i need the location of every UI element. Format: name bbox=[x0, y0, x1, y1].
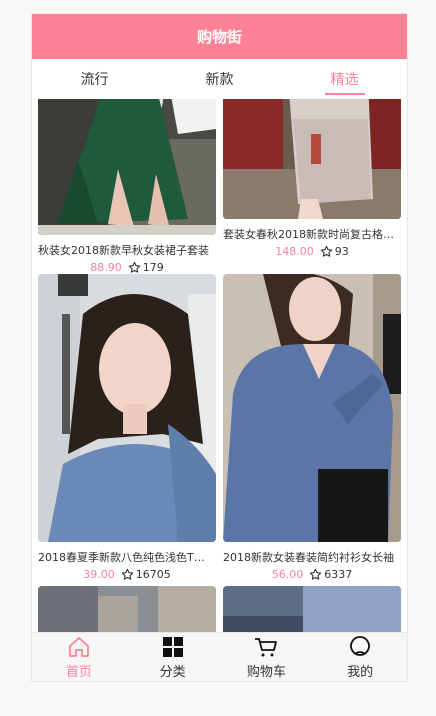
product-card[interactable] bbox=[38, 586, 216, 633]
product-title: 2018春夏季新款八色纯色浅色T恤女 bbox=[38, 551, 214, 564]
tabbar-profile-label: 我的 bbox=[347, 664, 374, 680]
tabbar-cart[interactable]: 购物车 bbox=[220, 633, 314, 681]
tab-bar: 首页 分类 购物车 我的 bbox=[32, 632, 407, 681]
tab-new[interactable]: 新款 bbox=[157, 59, 282, 99]
product-fav: 16705 bbox=[121, 568, 171, 581]
goods-list[interactable]: 秋装女2018新款早秋女装裙子套装 88.90 179 套装女春秋2018新款时… bbox=[32, 99, 407, 633]
nav-bar: 购物街 bbox=[32, 14, 407, 59]
product-fav: 93 bbox=[320, 245, 349, 258]
product-card[interactable]: 秋装女2018新款早秋女装裙子套装 88.90 179 bbox=[38, 99, 216, 274]
star-icon bbox=[121, 568, 133, 580]
star-icon bbox=[310, 568, 322, 580]
product-image[interactable] bbox=[223, 274, 401, 542]
tabbar-home[interactable]: 首页 bbox=[32, 633, 126, 681]
product-image[interactable] bbox=[223, 586, 401, 633]
product-image[interactable] bbox=[223, 99, 401, 219]
tab-control: 流行 新款 精选 bbox=[32, 59, 407, 99]
product-fav-count: 93 bbox=[334, 245, 349, 258]
tabbar-home-label: 首页 bbox=[65, 664, 92, 680]
app-shell: 购物街 流行 新款 精选 秋装女2018新款早秋女装裙子套装 88.90 179… bbox=[31, 13, 408, 682]
tabbar-profile[interactable]: 我的 bbox=[313, 633, 407, 681]
product-fav: 179 bbox=[128, 261, 164, 274]
product-fav-count: 6337 bbox=[324, 568, 353, 581]
product-price: 148.00 bbox=[275, 245, 314, 258]
product-card[interactable]: 2018春夏季新款八色纯色浅色T恤女 39.00 16705 bbox=[38, 274, 216, 581]
tabbar-category-label: 分类 bbox=[159, 664, 186, 680]
profile-icon bbox=[350, 635, 371, 656]
category-icon bbox=[162, 636, 183, 657]
product-fav-count: 179 bbox=[142, 261, 164, 274]
tab-selected-label: 精选 bbox=[330, 72, 359, 88]
tabbar-category[interactable]: 分类 bbox=[126, 633, 220, 681]
product-image[interactable] bbox=[38, 586, 216, 633]
product-card[interactable]: 套装女春秋2018新款时尚复古格子套装 148.00 93 bbox=[223, 99, 401, 258]
product-price: 88.90 bbox=[90, 261, 122, 274]
product-fav: 6337 bbox=[309, 568, 352, 581]
tabbar-cart-label: 购物车 bbox=[246, 664, 286, 680]
product-price: 56.00 bbox=[271, 568, 304, 581]
product-title: 套装女春秋2018新款时尚复古格子套装 bbox=[223, 228, 399, 241]
tab-selected[interactable]: 精选 bbox=[282, 59, 407, 99]
home-icon bbox=[68, 636, 89, 657]
star-icon bbox=[128, 261, 140, 273]
page-title: 购物街 bbox=[196, 28, 242, 46]
product-image[interactable] bbox=[38, 99, 216, 235]
product-title: 秋装女2018新款早秋女装裙子套装 bbox=[38, 244, 209, 257]
tab-new-label: 新款 bbox=[205, 72, 234, 88]
product-card[interactable]: 2018新款女装春装简约衬衫女长袖 56.00 6337 bbox=[223, 274, 401, 581]
cart-icon bbox=[255, 637, 278, 656]
tab-popular-label: 流行 bbox=[80, 72, 109, 88]
product-card[interactable] bbox=[223, 586, 401, 633]
tab-popular[interactable]: 流行 bbox=[32, 59, 157, 99]
product-title: 2018新款女装春装简约衬衫女长袖 bbox=[223, 551, 394, 564]
product-price: 39.00 bbox=[83, 568, 115, 581]
product-fav-count: 16705 bbox=[135, 568, 171, 581]
star-icon bbox=[320, 245, 332, 257]
product-image[interactable] bbox=[38, 274, 216, 542]
